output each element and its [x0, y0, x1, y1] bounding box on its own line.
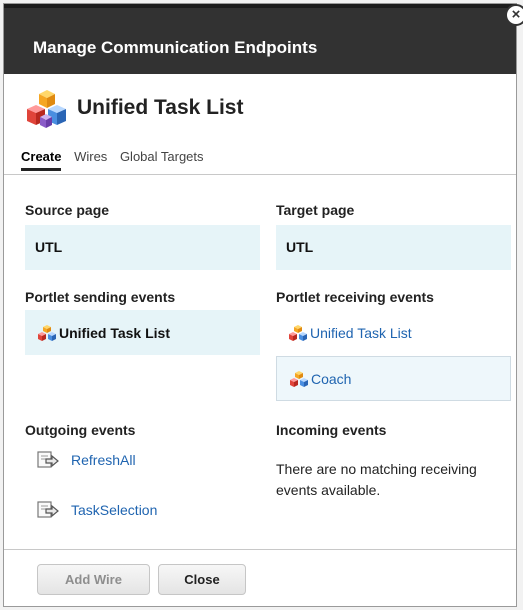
close-button[interactable]: Close: [158, 564, 246, 595]
source-page-value: UTL: [25, 225, 260, 270]
outgoing-events-label: Outgoing events: [25, 422, 136, 438]
target-page-label: Target page: [276, 202, 355, 218]
outgoing-event-taskselection[interactable]: TaskSelection: [37, 501, 157, 519]
close-dialog-icon[interactable]: ×: [505, 4, 523, 26]
receiving-portlet-item[interactable]: Coach: [276, 356, 511, 401]
send-event-icon: [37, 451, 59, 468]
receiving-portlet-item[interactable]: Unified Task List: [276, 310, 511, 355]
outgoing-event-label: TaskSelection: [71, 502, 158, 518]
outgoing-event-label: RefreshAll: [71, 452, 136, 468]
outgoing-event-refreshall[interactable]: RefreshAll: [37, 451, 136, 469]
dialog-titlebar: Manage Communication Endpoints: [4, 4, 516, 74]
source-page-label: Source page: [25, 202, 110, 218]
manage-endpoints-dialog: Manage Communication Endpoints Unified T…: [3, 3, 517, 607]
receiving-portlet-label: Coach: [311, 370, 352, 387]
no-incoming-events-message: There are no matching receiving events a…: [276, 461, 477, 498]
portlet-blocks-icon: [38, 324, 56, 341]
dialog-footer: Add Wire Close: [4, 549, 516, 606]
sending-portlets-label: Portlet sending events: [25, 289, 176, 305]
portlet-blocks-icon: [289, 324, 307, 341]
receiving-portlet-label: Unified Task List: [310, 324, 412, 341]
portlet-header: Unified Task List Create Wires Global Ta…: [4, 74, 516, 175]
add-wire-button[interactable]: Add Wire: [37, 564, 150, 595]
portlet-blocks-icon: [24, 88, 70, 135]
sending-portlet-item[interactable]: Unified Task List: [25, 310, 260, 355]
tab-wires[interactable]: Wires: [74, 149, 107, 168]
send-event-icon: [37, 501, 59, 518]
tab-bar: Create Wires Global Targets: [21, 149, 213, 171]
sending-portlet-label: Unified Task List: [59, 324, 170, 341]
incoming-events-label: Incoming events: [276, 422, 387, 438]
receiving-portlets-label: Portlet receiving events: [276, 289, 434, 305]
portlet-blocks-icon: [290, 370, 308, 387]
portlet-name: Unified Task List: [77, 96, 244, 119]
tab-create[interactable]: Create: [21, 149, 62, 171]
tab-global-targets[interactable]: Global Targets: [120, 149, 204, 168]
dialog-title: Manage Communication Endpoints: [33, 38, 318, 57]
target-page-value: UTL: [276, 225, 511, 270]
